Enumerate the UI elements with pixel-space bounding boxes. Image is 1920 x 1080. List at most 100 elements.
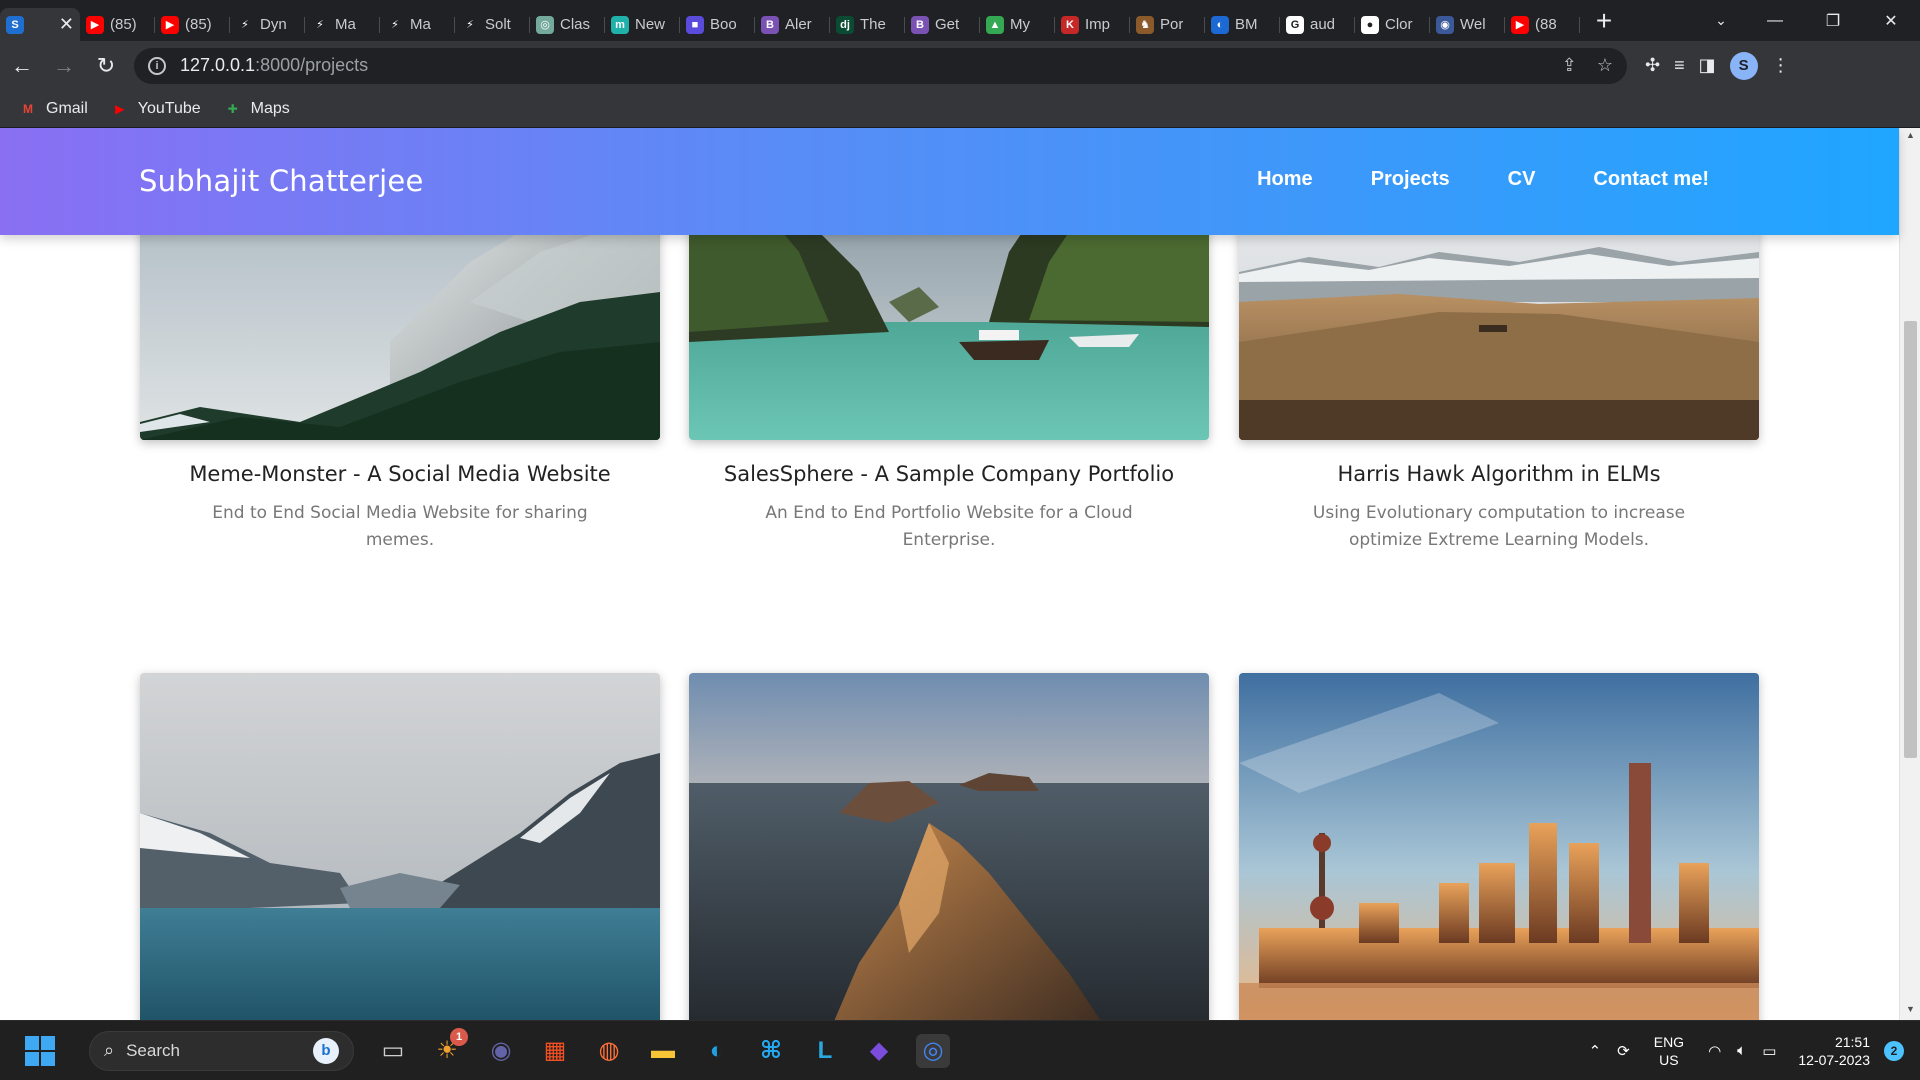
edge-icon[interactable]: ◐ xyxy=(700,1034,734,1068)
tab-title: Boo xyxy=(710,16,737,33)
browser-tab[interactable]: ◉ Wel xyxy=(1430,8,1505,41)
project-card[interactable] xyxy=(140,673,660,1020)
bing-icon[interactable]: b xyxy=(313,1037,339,1064)
project-card[interactable] xyxy=(689,673,1209,1020)
browser-tab[interactable]: ● Clor xyxy=(1355,8,1430,41)
project-card[interactable]: Meme-Monster - A Social Media Website En… xyxy=(140,192,660,554)
tab-title: Por xyxy=(1160,16,1184,33)
task-view-icon[interactable]: ▭ xyxy=(376,1034,410,1068)
tab-title: (88 xyxy=(1535,16,1557,33)
scrollbar-thumb[interactable] xyxy=(1904,321,1917,758)
nav-projects-link[interactable]: Projects xyxy=(1371,168,1450,191)
tab-title: Dyn xyxy=(260,16,287,33)
browser-tab[interactable]: ▶ (85) xyxy=(155,8,230,41)
share-icon[interactable]: ⇪ xyxy=(1562,55,1577,76)
browser-tab[interactable]: ▲ My xyxy=(980,8,1055,41)
browser-tab[interactable]: ◎ Clas xyxy=(530,8,605,41)
media-control-icon[interactable]: ≡ xyxy=(1674,55,1685,76)
browser-tab[interactable]: ⚡ Solt xyxy=(455,8,530,41)
browser-tab[interactable]: dj The xyxy=(830,8,905,41)
notification-badge[interactable]: 2 xyxy=(1884,1040,1904,1061)
site-info-icon[interactable]: i xyxy=(148,56,166,75)
browser-tab[interactable]: ▶ (88 xyxy=(1505,8,1580,41)
tab-title: (85) xyxy=(110,16,137,33)
start-button[interactable] xyxy=(25,1035,55,1066)
forward-button[interactable]: → xyxy=(44,46,84,86)
profile-avatar[interactable]: S xyxy=(1729,51,1758,80)
tab-title: Imp xyxy=(1085,16,1111,33)
microsoft-store-icon[interactable]: ▦ xyxy=(538,1034,572,1068)
scroll-up-arrow-icon[interactable]: ▲ xyxy=(1904,130,1917,144)
sync-icon[interactable]: ⟳ xyxy=(1617,1042,1630,1060)
tab-title: The xyxy=(860,16,886,33)
teams-chat-icon[interactable]: ◉ xyxy=(484,1034,518,1068)
tab-title: Solt xyxy=(485,16,511,33)
search-icon: ⌕ xyxy=(104,1040,115,1060)
browser-tab[interactable]: ⚡ Ma xyxy=(305,8,380,41)
project-description: Using Evolutionary computation to increa… xyxy=(1312,503,1686,550)
address-bar[interactable]: i 127.0.0.1:8000/projects ⇪ ☆ xyxy=(134,47,1627,84)
restore-button[interactable]: ❐ xyxy=(1804,0,1862,41)
browser-tab[interactable]: m New xyxy=(605,8,680,41)
widgets-icon[interactable]: ☀ 1 xyxy=(430,1027,468,1068)
nav-home-link[interactable]: Home xyxy=(1257,168,1313,191)
porsche-icon: ♞ xyxy=(1136,15,1154,34)
browser-tab[interactable]: B Aler xyxy=(755,8,830,41)
vscode-icon[interactable]: ⌘ xyxy=(754,1034,788,1068)
page-scrollbar[interactable]: ▲ ▼ xyxy=(1899,128,1920,1020)
wifi-icon[interactable]: ◠ xyxy=(1708,1042,1721,1060)
chrome-icon[interactable]: ◎ xyxy=(916,1033,950,1068)
browser-tab[interactable]: B Get xyxy=(905,8,980,41)
taskbar-search[interactable]: ⌕ Search b xyxy=(89,1030,354,1071)
browser-tab[interactable]: Gaud xyxy=(1280,8,1355,41)
taskbar-search-label: Search xyxy=(126,1040,180,1060)
close-tab-icon[interactable]: ✕ xyxy=(59,14,74,35)
browser-tab[interactable]: ◐ BM xyxy=(1205,8,1280,41)
volume-icon[interactable]: 🔈︎ xyxy=(1737,1042,1746,1059)
tab-search-chevron-icon[interactable]: ⌄ xyxy=(1696,0,1746,41)
minimize-button[interactable]: — xyxy=(1746,0,1804,41)
battery-icon[interactable]: ▭ xyxy=(1762,1042,1776,1060)
side-panel-icon[interactable]: ◨ xyxy=(1699,55,1716,76)
browser-tab[interactable]: ⚡ Dyn xyxy=(230,8,305,41)
maps-icon: ✚ xyxy=(227,101,238,116)
l-app-icon[interactable]: L xyxy=(808,1034,842,1068)
close-window-button[interactable]: ✕ xyxy=(1862,0,1920,41)
browser-tab[interactable]: ▶ (85) xyxy=(80,8,155,41)
project-card[interactable] xyxy=(1239,673,1759,1020)
tab-title: Ma xyxy=(410,16,431,33)
browser-tab[interactable]: ⚡ Ma xyxy=(380,8,455,41)
project-card[interactable]: SalesSphere - A Sample Company Portfolio… xyxy=(689,192,1209,554)
firefox-icon[interactable]: ◍ xyxy=(592,1034,626,1068)
new-tab-button[interactable]: + xyxy=(1584,1,1624,41)
tab-title: Clor xyxy=(1385,16,1413,33)
language-indicator[interactable]: ENG US xyxy=(1654,1033,1684,1069)
reload-button[interactable]: ↻ xyxy=(86,46,126,86)
bookmark-gmail[interactable]: M Gmail xyxy=(18,100,88,118)
site-brand[interactable]: Subhajit Chatterjee xyxy=(139,164,424,198)
url-host: 127.0.0.1 xyxy=(180,55,256,75)
bookmark-maps[interactable]: ✚ Maps xyxy=(223,100,290,118)
file-explorer-icon[interactable]: ▬ xyxy=(646,1034,680,1068)
project-image-mountain-lake[interactable] xyxy=(140,673,660,1020)
nav-cv-link[interactable]: CV xyxy=(1508,168,1536,191)
clock[interactable]: 21:51 12-07-2023 xyxy=(1798,1033,1870,1069)
scroll-down-arrow-icon[interactable]: ▼ xyxy=(1904,1004,1917,1018)
browser-tab[interactable]: K Imp xyxy=(1055,8,1130,41)
obsidian-icon[interactable]: ◆ xyxy=(862,1034,896,1068)
project-card[interactable]: Harris Hawk Algorithm in ELMs Using Evol… xyxy=(1239,192,1759,554)
openai-icon: ◎ xyxy=(536,15,554,34)
project-image-city-skyline[interactable] xyxy=(1239,673,1759,1020)
project-image-sea-rocks[interactable] xyxy=(689,673,1209,1020)
bookmark-youtube[interactable]: ▶ YouTube xyxy=(110,100,201,118)
browser-tab[interactable]: ■ Boo xyxy=(680,8,755,41)
m-icon: m xyxy=(611,15,629,34)
browser-tab[interactable]: ♞ Por xyxy=(1130,8,1205,41)
tray-overflow-chevron-icon[interactable]: ⌃ xyxy=(1589,1042,1602,1060)
extensions-icon[interactable]: ✣ xyxy=(1645,55,1660,76)
back-button[interactable]: ← xyxy=(2,46,42,86)
browser-tab[interactable]: S ✕ xyxy=(0,8,80,41)
nav-contact-link[interactable]: Contact me! xyxy=(1593,168,1709,191)
bookmark-star-icon[interactable]: ☆ xyxy=(1597,55,1613,76)
menu-kebab-icon[interactable]: ⋮ xyxy=(1772,55,1790,76)
